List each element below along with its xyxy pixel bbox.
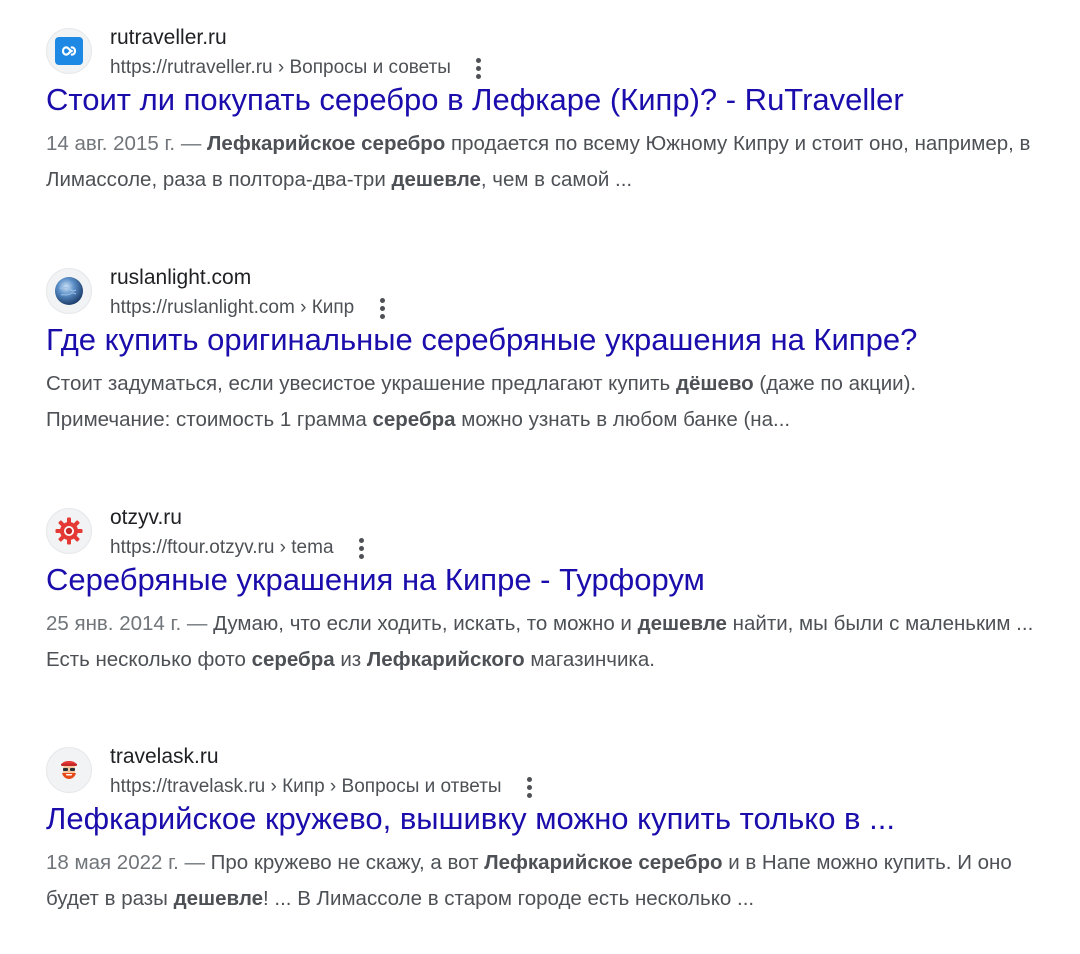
snippet-highlight: серебра [372,408,456,431]
result-date: 14 авг. 2015 г. — [46,132,208,155]
search-result: ruslanlight.com https://ruslanlight.com … [46,264,1046,431]
result-date: 25 янв. 2014 г. — [46,612,214,635]
result-title[interactable]: Серебряные украшения на Кипре - Турфорум [46,560,705,600]
site-name[interactable]: otzyv.ru [110,504,182,532]
result-title[interactable]: Стоит ли покупать серебро в Лефкаре (Кип… [46,80,904,120]
site-name[interactable]: ruslanlight.com [110,264,251,292]
url-text[interactable]: https://ftour.otzyv.ru › tema [110,534,334,562]
site-url[interactable]: https://rutraveller.ru › Вопросы и совет… [110,54,491,82]
snippet-highlight: дешевле [391,168,481,191]
snippet-text: магазинчика. [524,648,655,671]
more-options-icon[interactable] [518,773,542,801]
site-url[interactable]: https://ruslanlight.com › Кипр [110,294,394,322]
more-options-icon[interactable] [370,294,394,322]
more-options-icon[interactable] [467,54,491,82]
result-snippet: 25 янв. 2014 г. — Думаю, что если ходить… [46,606,1036,678]
snippet-text: можно узнать в любом банке (на... [455,408,791,431]
snippet-text: Думаю, что если ходить, искать, то можно… [213,612,638,635]
globe-icon[interactable] [46,268,92,314]
result-date: 18 мая 2022 г. — [46,851,211,874]
snippet-text: ! ... В Лимассоле в старом городе есть н… [263,887,755,910]
traveler-avatar-icon[interactable] [46,747,92,793]
result-snippet: 18 мая 2022 г. — Про кружево не скажу, а… [46,845,1036,917]
snippet-highlight: серебра [251,648,335,671]
result-title[interactable]: Где купить оригинальные серебряные украш… [46,320,917,360]
snippet-text: Стоит задуматься, если увесистое украшен… [46,372,676,395]
snippet-text: , чем в самой ... [480,168,633,191]
snippet-text: из [334,648,367,671]
snippet-text: Про кружево не скажу, а вот [210,851,485,874]
search-result: otzyv.ru https://ftour.otzyv.ru › tema С… [46,504,1046,671]
snippet-highlight: дешевле [637,612,727,635]
snippet-highlight: Лефкарийского [366,648,525,671]
site-name[interactable]: rutraveller.ru [110,24,227,52]
result-header: travelask.ru https://travelask.ru › Кипр… [46,743,1046,803]
result-header: otzyv.ru https://ftour.otzyv.ru › tema [46,504,1046,564]
url-text[interactable]: https://ruslanlight.com › Кипр [110,294,354,322]
search-result: rutraveller.ru https://rutraveller.ru › … [46,24,1046,191]
snippet-highlight: Лефкарийское серебро [484,851,723,874]
url-text[interactable]: https://travelask.ru › Кипр › Вопросы и … [110,773,502,801]
result-header: ruslanlight.com https://ruslanlight.com … [46,264,1046,324]
infinity-icon[interactable] [46,28,92,74]
more-options-icon[interactable] [350,534,374,562]
search-result: travelask.ru https://travelask.ru › Кипр… [46,743,1046,910]
result-title[interactable]: Лефкарийское кружево, вышивку можно купи… [46,799,895,839]
snippet-highlight: дешевле [173,887,264,910]
result-snippet: Стоит задуматься, если увесистое украшен… [46,366,1036,438]
snippet-highlight: дёшево [675,372,754,395]
site-url[interactable]: https://travelask.ru › Кипр › Вопросы и … [110,773,542,801]
result-header: rutraveller.ru https://rutraveller.ru › … [46,24,1046,84]
site-name[interactable]: travelask.ru [110,743,219,771]
url-text[interactable]: https://rutraveller.ru › Вопросы и совет… [110,54,451,82]
result-snippet: 14 авг. 2015 г. — Лефкарийское серебро п… [46,126,1036,198]
gear-icon[interactable] [46,508,92,554]
snippet-highlight: Лефкарийское серебро [207,132,446,155]
site-url[interactable]: https://ftour.otzyv.ru › tema [110,534,374,562]
